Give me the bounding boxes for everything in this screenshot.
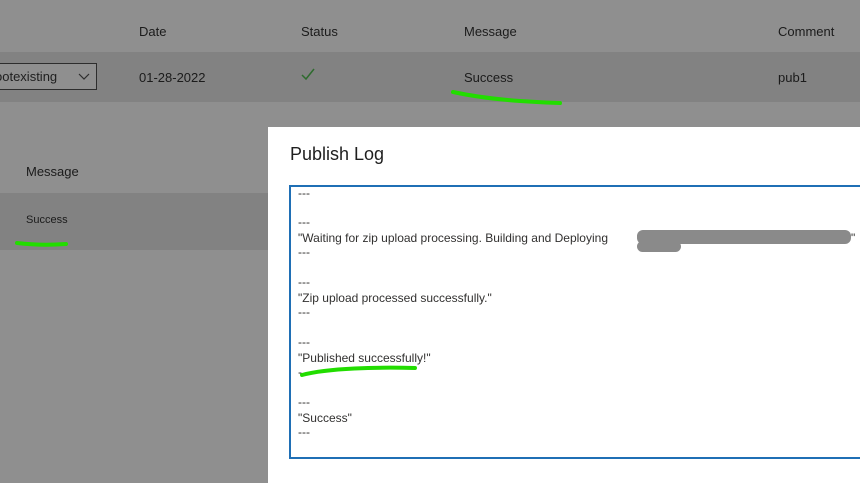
table-header: Date Status Message Comment (0, 0, 860, 52)
log-line: --- (298, 395, 310, 409)
log-line: "Published successfully!" (298, 351, 431, 365)
log-line: --- (298, 245, 310, 259)
dialog-title: Publish Log (290, 144, 385, 164)
log-line: --- (298, 215, 310, 229)
redaction-mark (637, 241, 681, 252)
header-message: Message (464, 24, 517, 39)
log-line: --- (298, 186, 310, 200)
header-date: Date (139, 24, 167, 39)
row-message[interactable]: Success (464, 70, 513, 85)
header-comment: Comment (778, 24, 835, 39)
row-date: 01-28-2022 (139, 70, 206, 85)
publish-log-dialog: Publish Log --- --- "Waiting for zip upl… (268, 127, 860, 483)
details-row-message: Success (26, 214, 68, 226)
header-status: Status (301, 24, 338, 39)
log-line: --- (298, 425, 310, 439)
log-line: - (298, 365, 302, 379)
log-line: "Zip upload processed successfully." (298, 291, 492, 305)
log-line: --- (298, 335, 310, 349)
slot-select[interactable]: ootexisting (0, 63, 97, 90)
row-comment: pub1 (778, 70, 807, 85)
chevron-down-icon (78, 73, 90, 80)
log-line: " (851, 231, 856, 245)
checkmark-icon (301, 68, 315, 81)
slot-select-value: ootexisting (0, 69, 58, 84)
log-line: "Success" (298, 411, 352, 425)
log-line: --- (298, 275, 310, 289)
log-line: "Waiting for zip upload processing. Buil… (298, 231, 608, 245)
log-line: --- (298, 305, 310, 319)
table-row[interactable]: ootexisting 01-28-2022 Success pub1 (0, 52, 860, 102)
publish-log-textarea[interactable]: --- --- "Waiting for zip upload processi… (289, 185, 860, 459)
details-message-header: Message (26, 164, 79, 179)
details-row: Success (0, 193, 268, 250)
